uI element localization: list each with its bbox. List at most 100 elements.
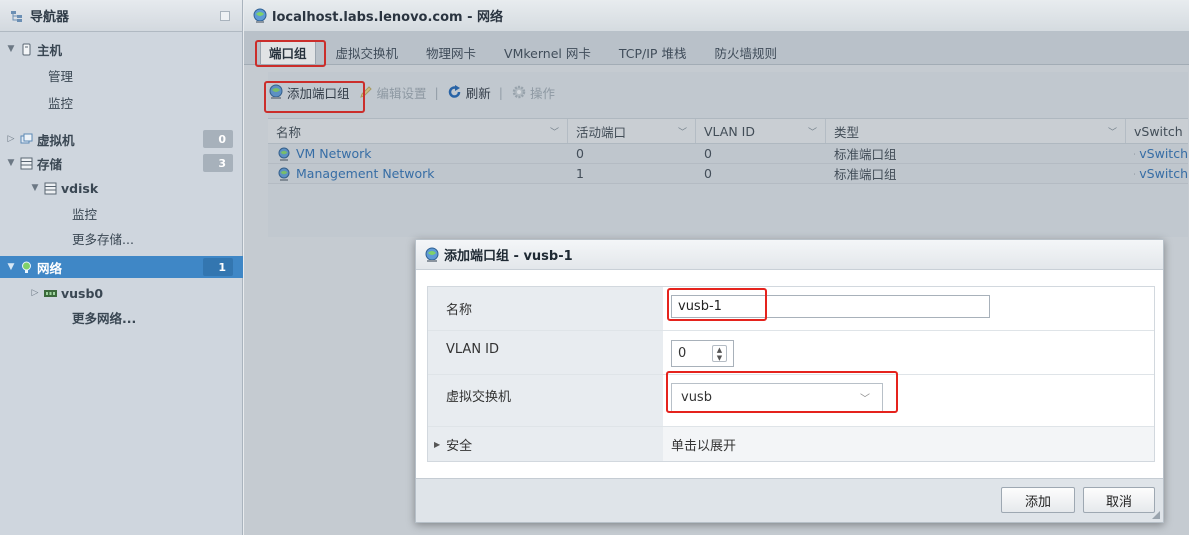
edit-settings-button[interactable]: 编辑设置 bbox=[358, 83, 427, 102]
nav-item-label: 更多网络... bbox=[72, 310, 137, 326]
vlan-id-cell: 0 bbox=[704, 166, 712, 181]
network-globe-icon bbox=[278, 147, 290, 161]
column-header-vlan-id[interactable]: VLAN ID ﹀ bbox=[696, 119, 826, 143]
tab-tcpip-stacks[interactable]: TCP/IP 堆栈 bbox=[611, 40, 695, 64]
datastore-icon bbox=[44, 182, 57, 194]
nav-item-label: vdisk bbox=[61, 180, 99, 196]
sort-chevron-icon[interactable]: ﹀ bbox=[808, 125, 817, 138]
tab-physical-nics[interactable]: 物理网卡 bbox=[418, 40, 484, 64]
stepper-arrows-icon[interactable]: ▲ ▼ bbox=[712, 345, 727, 362]
vlan-id-stepper[interactable]: 0 ▲ ▼ bbox=[671, 340, 734, 367]
security-label: 安全 bbox=[446, 438, 473, 454]
column-title: 类型 bbox=[834, 124, 860, 140]
form-row-security[interactable]: ▶ 安全 单击以展开 bbox=[428, 427, 1154, 461]
vswitch-link: vSwitch bbox=[1139, 166, 1188, 181]
expand-arrow-icon[interactable]: ▷ bbox=[6, 134, 16, 144]
dialog-title-bar[interactable]: 添加端口组 - vusb-1 bbox=[416, 240, 1163, 270]
network-icon bbox=[22, 261, 31, 273]
nav-item-label: 虚拟机 bbox=[37, 132, 75, 148]
actions-button[interactable]: 操作 bbox=[511, 83, 555, 102]
port-group-name: VM Network bbox=[296, 146, 372, 161]
network-count-badge: 1 bbox=[203, 258, 233, 276]
type-cell: 标准端口组 bbox=[834, 147, 897, 162]
expand-arrow-icon[interactable]: ▼ bbox=[6, 158, 16, 168]
expand-arrow-icon[interactable]: ▷ bbox=[30, 288, 40, 298]
vswitch-cell[interactable]: vSwitch bbox=[1126, 144, 1188, 163]
column-header-vswitch[interactable]: vSwitch bbox=[1126, 119, 1188, 143]
storage-count-badge: 3 bbox=[203, 154, 233, 172]
gear-icon bbox=[512, 85, 526, 99]
cancel-button[interactable]: 取消 bbox=[1083, 487, 1155, 513]
expand-arrow-icon[interactable]: ▼ bbox=[6, 262, 16, 272]
expand-triangle-icon[interactable]: ▶ bbox=[434, 440, 440, 449]
port-group-name-cell[interactable]: Management Network bbox=[268, 164, 568, 183]
nav-item-more-networks[interactable]: 更多网络... bbox=[0, 306, 243, 328]
refresh-icon bbox=[448, 85, 461, 98]
sort-chevron-icon[interactable]: ﹀ bbox=[550, 125, 559, 138]
add-button[interactable]: 添加 bbox=[1001, 487, 1075, 513]
column-header-active-ports[interactable]: 活动端口 ﹀ bbox=[568, 119, 696, 143]
highlight-add-button-annotation bbox=[264, 81, 365, 113]
dialog-title: 添加端口组 - vusb-1 bbox=[444, 249, 573, 264]
page-title-bar: localhost.labs.lenovo.com - 网络 bbox=[244, 0, 1189, 32]
tab-virtual-switches[interactable]: 虚拟交换机 bbox=[328, 40, 407, 64]
form-row-vlan: VLAN ID 0 ▲ ▼ bbox=[428, 331, 1154, 375]
toolbar-separator: | bbox=[498, 84, 503, 100]
expand-arrow-icon[interactable]: ▼ bbox=[30, 183, 40, 193]
nav-item-label: 网络 bbox=[37, 260, 63, 276]
vm-count-badge: 0 bbox=[203, 130, 233, 148]
nav-item-manage[interactable]: 管理 bbox=[0, 64, 243, 86]
nav-item-label: vusb0 bbox=[61, 285, 104, 301]
nic-icon bbox=[44, 289, 57, 297]
collapse-navigator-button[interactable] bbox=[220, 11, 230, 21]
expand-arrow-icon[interactable]: ▼ bbox=[6, 44, 16, 54]
navigator-header: 导航器 bbox=[0, 0, 242, 32]
column-title: 活动端口 bbox=[576, 124, 627, 140]
nav-item-vdisk[interactable]: ▼ vdisk bbox=[0, 177, 243, 199]
nav-item-storage-monitor[interactable]: 监控 bbox=[0, 202, 243, 224]
port-group-name: Management Network bbox=[296, 166, 435, 181]
vswitch-link: vSwitch bbox=[1139, 146, 1188, 161]
nav-item-vms[interactable]: ▷ 虚拟机 0 bbox=[0, 128, 243, 150]
column-title: vSwitch bbox=[1134, 123, 1183, 139]
vlan-id-value: 0 bbox=[678, 346, 687, 361]
resize-handle-icon[interactable] bbox=[1152, 511, 1160, 519]
vswitch-cell[interactable]: vSwitch bbox=[1126, 164, 1188, 183]
security-label-container[interactable]: ▶ 安全 bbox=[428, 427, 663, 461]
nav-item-vusb0[interactable]: ▷ vusb0 bbox=[0, 282, 243, 304]
sort-chevron-icon[interactable]: ﹀ bbox=[678, 125, 687, 138]
refresh-button[interactable]: 刷新 bbox=[447, 83, 491, 102]
table-header: 名称 ﹀ 活动端口 ﹀ VLAN ID ﹀ 类型 ﹀ vSwitch bbox=[268, 118, 1188, 144]
table-row[interactable]: VM Network 0 0 标准端口组 vSwitch bbox=[268, 144, 1188, 164]
vswitch-label: 虚拟交换机 bbox=[428, 375, 663, 426]
form-row-name: 名称 vusb-1 bbox=[428, 287, 1154, 331]
nav-item-label: 监控 bbox=[72, 206, 98, 222]
network-globe-icon bbox=[425, 247, 439, 262]
active-ports-cell: 1 bbox=[576, 166, 584, 181]
network-globe-icon bbox=[253, 8, 267, 23]
nav-item-host[interactable]: ▼ 主机 bbox=[0, 38, 243, 60]
tab-vmkernel-nics[interactable]: VMkernel 网卡 bbox=[496, 40, 599, 64]
vlan-id-label: VLAN ID bbox=[428, 331, 663, 374]
nav-item-monitor[interactable]: 监控 bbox=[0, 91, 243, 113]
active-ports-cell: 0 bbox=[576, 146, 584, 161]
security-expand-hint[interactable]: 单击以展开 bbox=[663, 427, 1154, 461]
vlan-field-container: 0 ▲ ▼ bbox=[663, 331, 1154, 374]
column-header-type[interactable]: 类型 ﹀ bbox=[826, 119, 1126, 143]
column-header-name[interactable]: 名称 ﹀ bbox=[268, 119, 568, 143]
table-row[interactable]: Management Network 1 0 标准端口组 vSwitch bbox=[268, 164, 1188, 184]
tab-firewall-rules[interactable]: 防火墙规则 bbox=[706, 40, 785, 64]
nav-item-more-storage[interactable]: 更多存储... bbox=[0, 227, 243, 249]
dialog-footer: 添加 取消 bbox=[416, 478, 1163, 522]
nav-item-networking[interactable]: ▼ 网络 1 bbox=[0, 256, 243, 278]
sort-chevron-icon[interactable]: ﹀ bbox=[1108, 125, 1117, 138]
tab-bar: 端口组 虚拟交换机 物理网卡 VMkernel 网卡 TCP/IP 堆栈 防火墙… bbox=[244, 32, 1189, 65]
port-group-table: 名称 ﹀ 活动端口 ﹀ VLAN ID ﹀ 类型 ﹀ vSwitch VM Networ… bbox=[268, 118, 1188, 184]
network-globe-icon bbox=[278, 167, 290, 181]
port-group-name-cell[interactable]: VM Network bbox=[268, 144, 568, 163]
vm-icon bbox=[20, 133, 33, 143]
nav-item-storage[interactable]: ▼ 存储 3 bbox=[0, 152, 243, 174]
highlight-vswitch-annotation bbox=[666, 371, 898, 413]
nav-item-label: 主机 bbox=[37, 42, 63, 58]
refresh-label: 刷新 bbox=[465, 85, 491, 101]
